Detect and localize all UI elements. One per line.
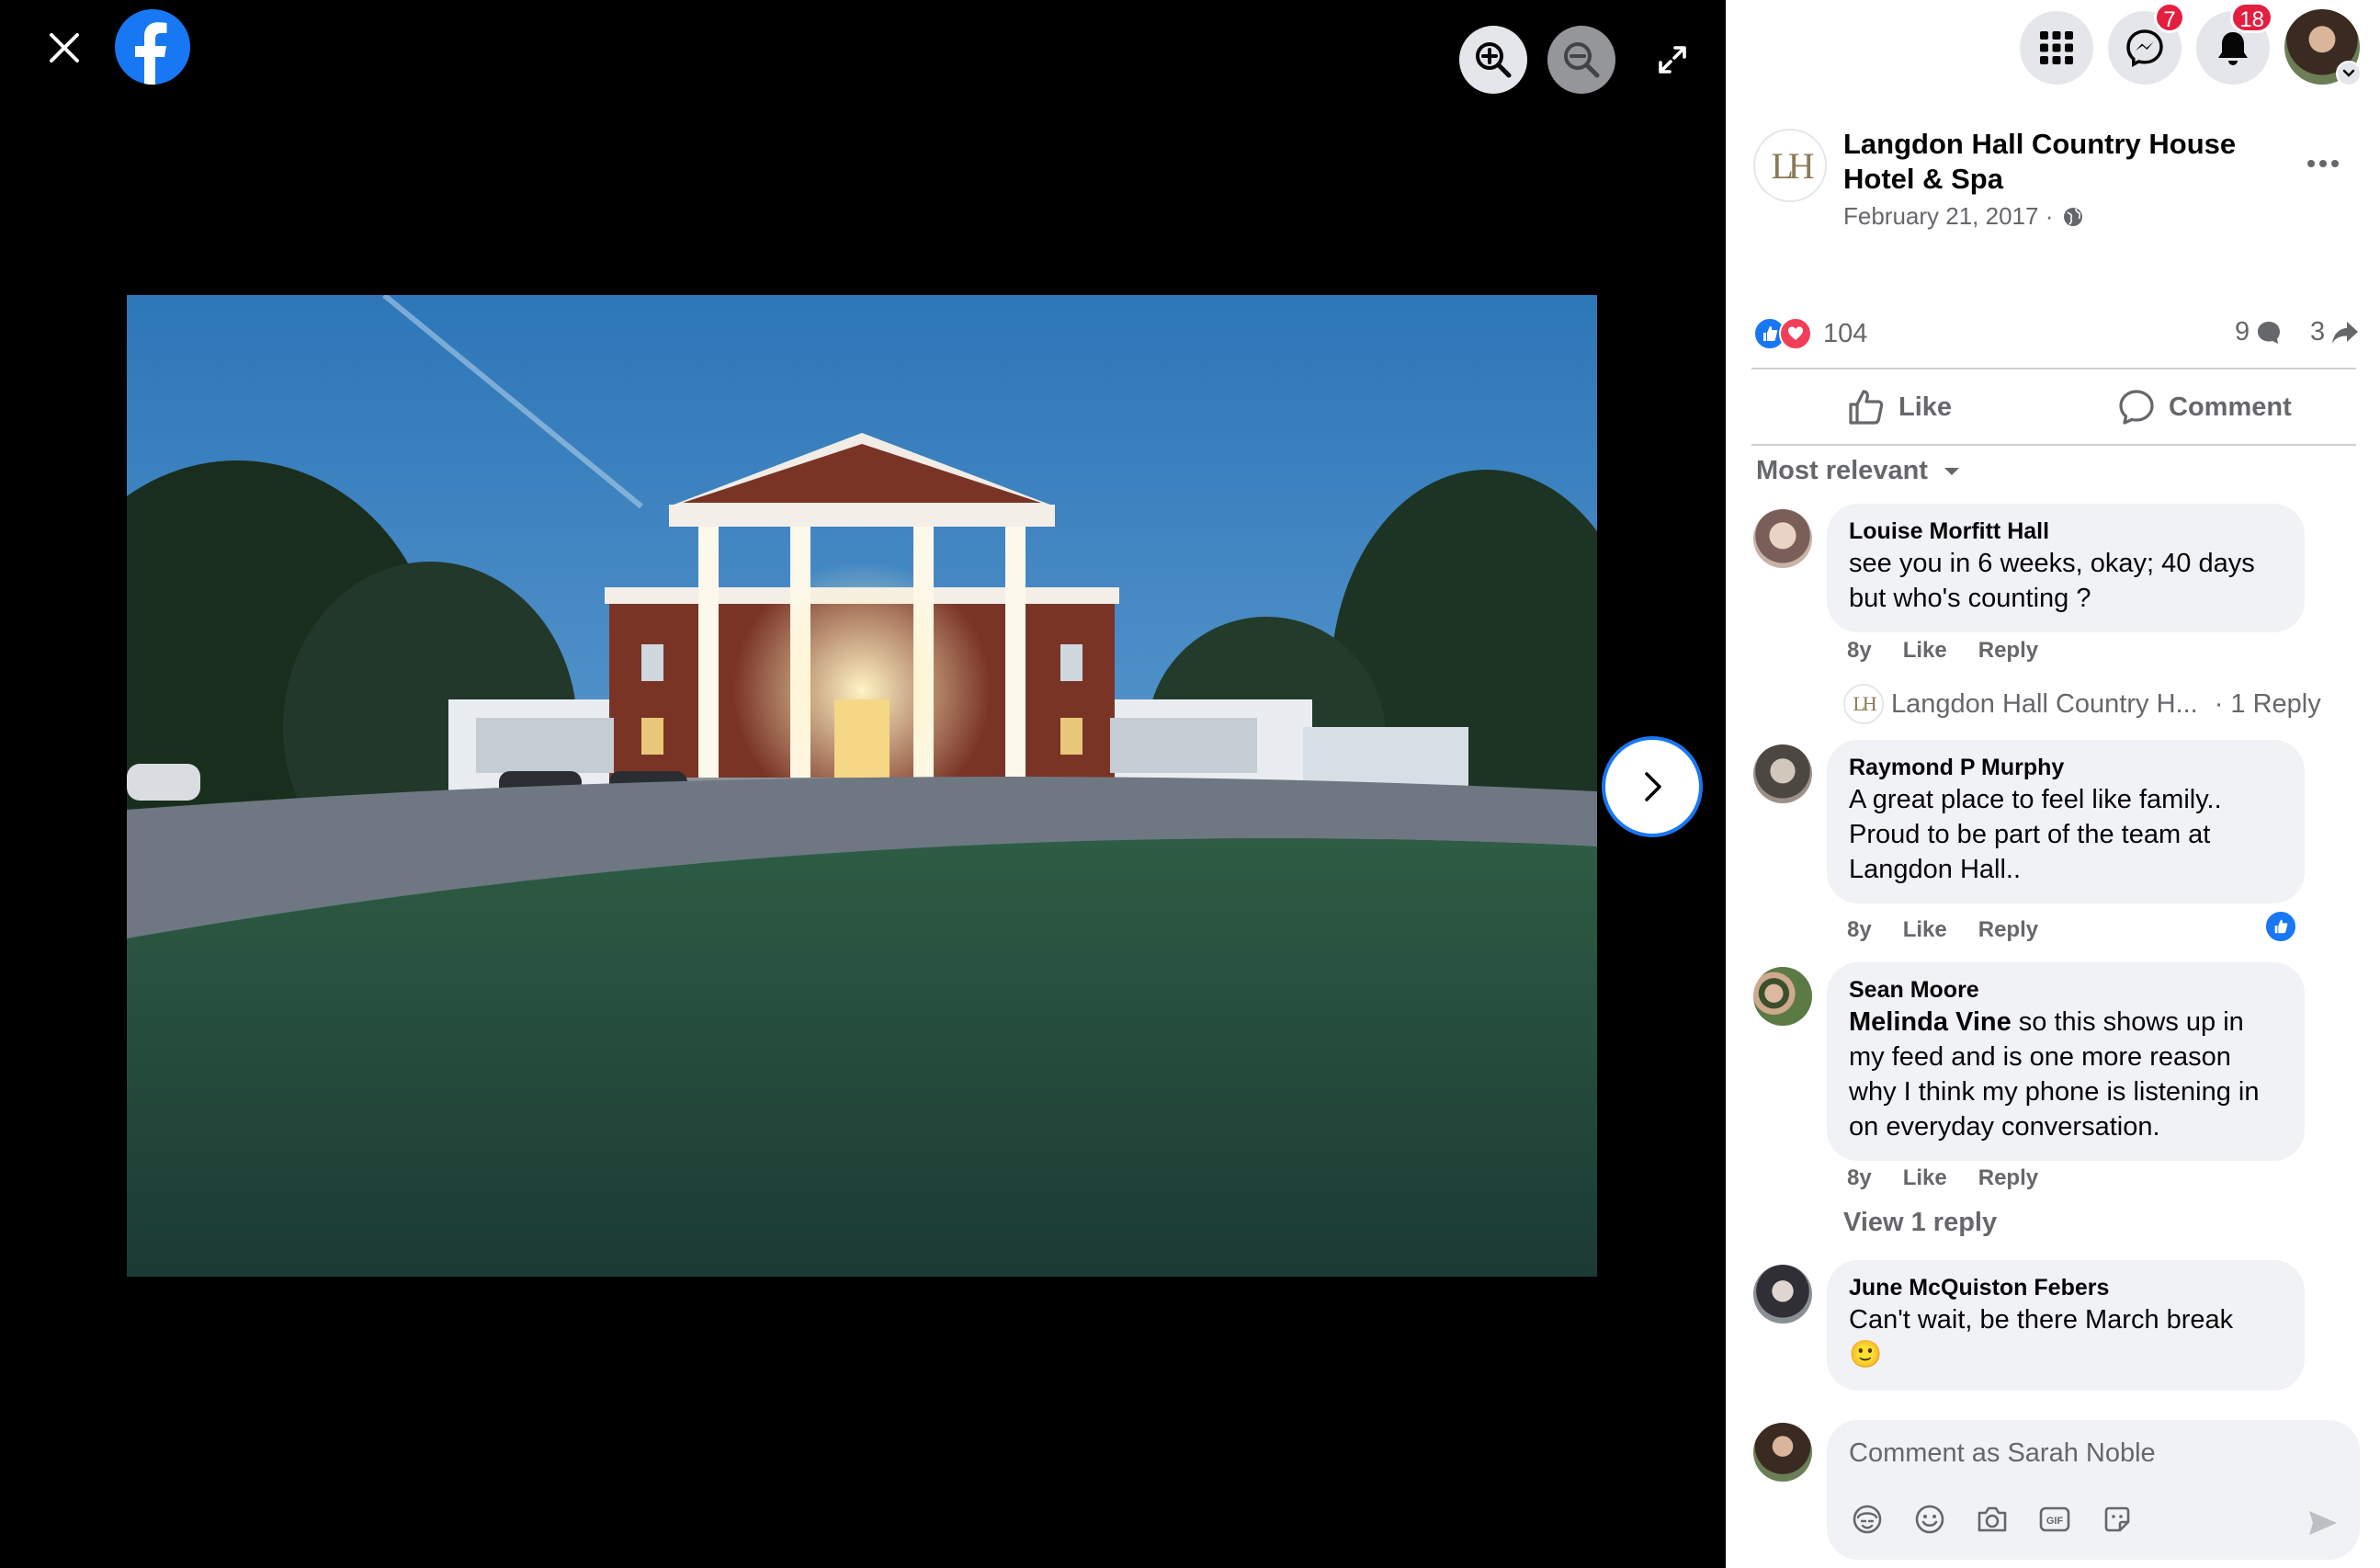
page-name-link[interactable]: Langdon Hall Country House Hotel & Spa <box>1843 127 2266 197</box>
comment-button[interactable]: Comment <box>2117 375 2292 439</box>
post-side-panel: 7 18 LH Langdon Hall Country House Hotel… <box>1726 0 2380 1568</box>
svg-text:GIF: GIF <box>2046 1516 2064 1527</box>
chevron-down-icon <box>2336 61 2362 86</box>
comment-count[interactable]: 9 <box>2235 317 2283 347</box>
camera-icon[interactable] <box>1972 1499 2012 1540</box>
comment-time[interactable]: 8y <box>1847 638 1872 664</box>
share-count-text: 3 <box>2310 317 2326 347</box>
comment-bubble-icon <box>2258 321 2281 344</box>
zoom-out-icon[interactable] <box>1547 26 1615 94</box>
love-reaction-icon <box>1779 317 1812 350</box>
comment-author[interactable]: Sean Moore <box>1849 975 2283 1005</box>
fullscreen-icon[interactable] <box>1645 32 1700 87</box>
comment-text: Can't wait, be there March break <box>1849 1305 2234 1335</box>
share-arrow-icon <box>2332 321 2359 344</box>
photo-viewer <box>0 0 1726 1568</box>
reaction-count: 104 <box>1823 318 1868 348</box>
emoji-icon: 🙂 <box>1849 1340 1883 1369</box>
comment-like-link[interactable]: Like <box>1903 638 1947 664</box>
thumbs-up-icon <box>1849 390 1884 425</box>
view-replies-link[interactable]: View 1 reply <box>1843 1208 1997 1238</box>
reply-author: Langdon Hall Country H... <box>1891 688 2198 719</box>
comment-sort-dropdown[interactable]: Most relevant <box>1756 456 1961 486</box>
mentioned-user-link[interactable]: Melinda Vine <box>1849 1007 2012 1037</box>
commenter-avatar[interactable] <box>1753 509 1812 568</box>
comment-composer: GIF <box>1827 1420 2360 1560</box>
reaction-summary[interactable]: 104 <box>1753 317 1867 350</box>
facebook-logo-icon[interactable] <box>115 9 190 85</box>
avatar-sticker-icon[interactable] <box>1847 1499 1887 1540</box>
comment-reply-link[interactable]: Reply <box>1978 917 2038 943</box>
comment-meta: 8y Like Reply <box>1847 638 2038 664</box>
comment-like-link[interactable]: Like <box>1903 917 1947 943</box>
next-photo-button[interactable] <box>1602 736 1703 837</box>
comment-time[interactable]: 8y <box>1847 1165 1872 1191</box>
grid-menu-icon[interactable] <box>2020 11 2093 85</box>
sticker-icon[interactable] <box>2097 1499 2137 1540</box>
gif-icon[interactable]: GIF <box>2034 1499 2075 1540</box>
commenter-avatar[interactable] <box>1753 744 1812 803</box>
comment-text: see you in 6 weeks, okay; 40 days but wh… <box>1849 549 2255 613</box>
notifications-badge: 18 <box>2230 2 2273 33</box>
share-count[interactable]: 3 <box>2310 317 2360 347</box>
divider <box>1751 444 2356 446</box>
messenger-badge: 7 <box>2154 2 2185 33</box>
comment-bubble: June McQuiston Febers Can't wait, be the… <box>1827 1260 2305 1391</box>
send-icon[interactable] <box>2303 1503 2343 1543</box>
reply-count: · 1 Reply <box>2214 688 2321 719</box>
caret-down-icon <box>1944 467 1959 475</box>
notifications-icon[interactable]: 18 <box>2196 2 2273 85</box>
comment-label: Comment <box>2169 392 2292 422</box>
current-user-avatar[interactable] <box>1753 1423 1812 1482</box>
divider <box>1751 368 2356 369</box>
comment-text: Melinda Vine so this shows up in my feed… <box>1849 1005 2283 1144</box>
comment-like-link[interactable]: Like <box>1903 1165 1947 1191</box>
composer-tools: GIF <box>1847 1499 2137 1540</box>
like-button[interactable]: Like <box>1847 375 1952 439</box>
post-photo[interactable] <box>127 295 1597 1277</box>
account-avatar[interactable] <box>2284 9 2362 86</box>
comment-reply-link[interactable]: Reply <box>1978 1165 2038 1191</box>
comment-time[interactable]: 8y <box>1847 917 1872 943</box>
chevron-right-icon <box>1645 772 1661 801</box>
comment-count-text: 9 <box>2235 317 2250 347</box>
comment-icon <box>2119 390 2154 425</box>
page-avatar-small: LH <box>1843 684 1884 724</box>
page-avatar[interactable]: LH <box>1753 129 1827 202</box>
close-icon[interactable] <box>37 20 92 75</box>
comment-input[interactable] <box>1849 1438 2327 1469</box>
sort-label: Most relevant <box>1756 456 1928 485</box>
emoji-icon[interactable] <box>1910 1499 1950 1540</box>
like-label: Like <box>1898 392 1953 422</box>
comment-author[interactable]: Louise Morfitt Hall <box>1849 517 2283 546</box>
globe-icon <box>2064 207 2083 226</box>
comment-meta: 8y Like Reply <box>1847 917 2038 943</box>
comment-bubble: Louise Morfitt Hall see you in 6 weeks, … <box>1827 504 2305 632</box>
comment-like-reaction-icon[interactable] <box>2264 910 2297 943</box>
comment-reply-link[interactable]: Reply <box>1978 638 2038 664</box>
messenger-icon[interactable]: 7 <box>2108 2 2185 85</box>
reply-summary-link[interactable]: LH Langdon Hall Country H... · 1 Reply <box>1843 684 2321 724</box>
comment-author[interactable]: Raymond P Murphy <box>1849 753 2283 782</box>
comment-text: A great place to feel like family.. Prou… <box>1849 785 2222 884</box>
comment-bubble: Raymond P Murphy A great place to feel l… <box>1827 740 2305 903</box>
comment-bubble: Sean Moore Melinda Vine so this shows up… <box>1827 962 2305 1161</box>
post-timestamp[interactable]: February 21, 2017 · <box>1843 202 2084 231</box>
post-date-text: February 21, 2017 · <box>1843 202 2054 230</box>
comment-author[interactable]: June McQuiston Febers <box>1849 1273 2283 1302</box>
more-options-icon[interactable] <box>2297 138 2349 189</box>
zoom-in-icon[interactable] <box>1459 26 1527 94</box>
commenter-avatar[interactable] <box>1753 1265 1812 1324</box>
comment-meta: 8y Like Reply <box>1847 1165 2038 1191</box>
commenter-avatar[interactable] <box>1753 967 1812 1026</box>
